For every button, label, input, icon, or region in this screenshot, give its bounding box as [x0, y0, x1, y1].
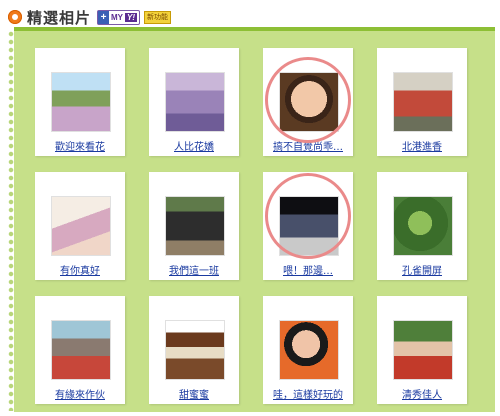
photo-card[interactable]: 哇，這樣好玩的 [263, 296, 353, 404]
photo-card[interactable]: 有緣來作伙 [35, 296, 125, 404]
photo-card[interactable]: 甜蜜蜜 [149, 296, 239, 404]
section-title: 精選相片 [27, 8, 92, 27]
photo-caption-link[interactable]: 有緣來作伙 [35, 386, 125, 401]
photo-card[interactable]: 人比花嬌 [149, 48, 239, 156]
plus-icon: + [98, 10, 110, 24]
photo-caption-link[interactable]: 北港進香 [377, 138, 467, 153]
photo-caption-link[interactable]: 我們這一班 [149, 262, 239, 277]
photo-card[interactable]: 有你真好 [35, 172, 125, 280]
photo-card[interactable]: 孔雀開屏 [377, 172, 467, 280]
yahoo-logo-icon: Y! [125, 12, 138, 22]
photo-green-fruit-icon[interactable] [393, 196, 453, 256]
photo-cake-icon[interactable] [165, 320, 225, 380]
photo-caption-link[interactable]: 搞不自覺尚乖… [263, 138, 353, 153]
photo-caption-link[interactable]: 甜蜜蜜 [149, 386, 239, 401]
photo-card[interactable]: 喂！那邊… [263, 172, 353, 280]
new-feature-badge[interactable]: 新功能 [144, 10, 172, 24]
photo-caption-link[interactable]: 人比花嬌 [149, 138, 239, 153]
photo-caption-link[interactable]: 哇，這樣好玩的 [263, 386, 353, 401]
add-to-my-yahoo-button[interactable]: + MY Y! [97, 9, 141, 25]
photo-card[interactable]: 我們這一班 [149, 172, 239, 280]
photo-caption-link[interactable]: 喂！那邊… [263, 262, 353, 277]
section-header: 精選相片 + MY Y! 新功能 [8, 6, 172, 28]
photo-caption-link[interactable]: 有你真好 [35, 262, 125, 277]
photo-grid: 歡迎來看花 人比花嬌 搞不自覺尚乖… 北港進香 有你真好 我們這一班 喂！那邊… [35, 48, 467, 404]
photo-caption-link[interactable]: 歡迎來看花 [35, 138, 125, 153]
featured-photos-panel: 歡迎來看花 人比花嬌 搞不自覺尚乖… 北港進香 有你真好 我們這一班 喂！那邊… [14, 27, 495, 412]
photo-card[interactable]: 歡迎來看花 [35, 48, 125, 156]
photo-class-group-icon[interactable] [165, 196, 225, 256]
photo-caption-link[interactable]: 孔雀開屏 [377, 262, 467, 277]
photo-card[interactable]: 清秀佳人 [377, 296, 467, 404]
photo-mother-baby-icon[interactable] [51, 196, 111, 256]
photo-caption-link[interactable]: 清秀佳人 [377, 386, 467, 401]
orange-circle-icon [8, 10, 22, 24]
photo-girl-traditional-icon[interactable] [393, 320, 453, 380]
photo-child-playing-icon[interactable] [279, 320, 339, 380]
photo-cat-icon[interactable] [279, 196, 339, 256]
photo-woman-lavender-icon[interactable] [165, 72, 225, 132]
photo-card[interactable]: 搞不自覺尚乖… [263, 48, 353, 156]
photo-child-eating-icon[interactable] [279, 72, 339, 132]
photo-group-outdoor-icon[interactable] [51, 320, 111, 380]
photo-parade-icon[interactable] [393, 72, 453, 132]
my-yahoo-label: MY [111, 12, 124, 22]
photo-card[interactable]: 北港進香 [377, 48, 467, 156]
photo-girls-flowers-icon[interactable] [51, 72, 111, 132]
